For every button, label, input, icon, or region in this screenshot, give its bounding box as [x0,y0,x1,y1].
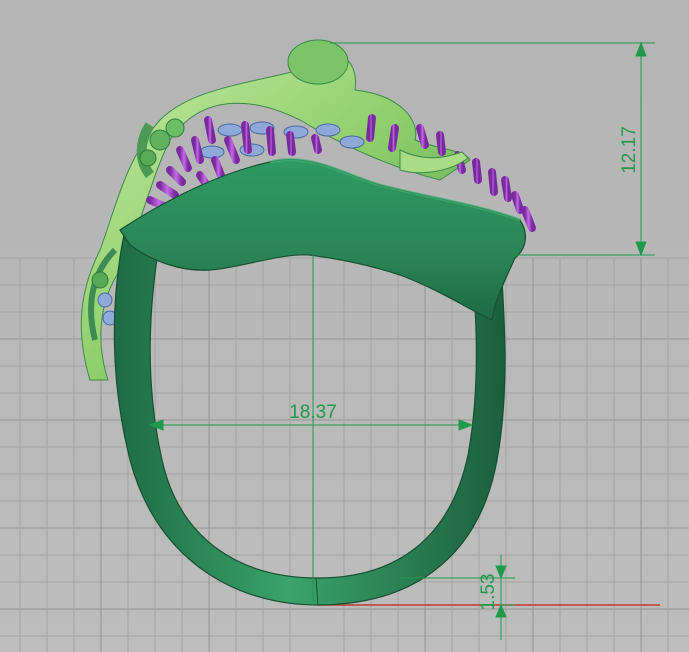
viewport-scene[interactable]: 12.17 18.37 1.53 [0,0,689,652]
height-dimension-label: 12.17 [619,126,640,174]
cad-viewport[interactable]: 12.17 18.37 1.53 [0,0,689,652]
diameter-dimension-label: 18.37 [289,402,337,423]
thickness-dimension-label: 1.53 [478,574,499,611]
